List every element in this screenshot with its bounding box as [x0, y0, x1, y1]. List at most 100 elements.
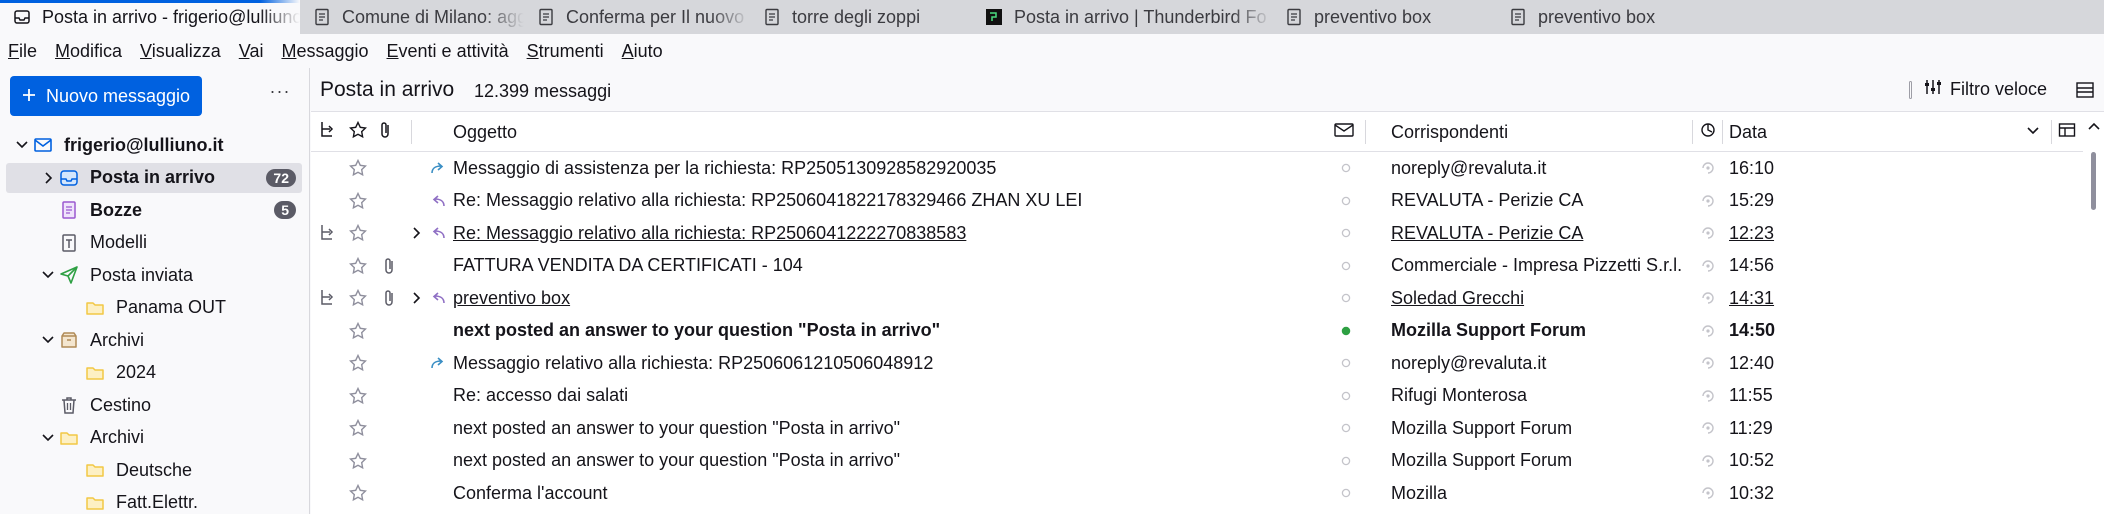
chevron-down-icon[interactable]: [12, 135, 32, 155]
message-tab-icon: [312, 7, 332, 27]
menu-item-messaggio[interactable]: Messaggio: [279, 41, 375, 62]
chevron-down-icon[interactable]: [38, 428, 58, 448]
message-row[interactable]: Messaggio relativo alla richiesta: RP250…: [311, 347, 2081, 380]
date-column-header[interactable]: Data: [1729, 112, 2029, 152]
star-icon[interactable]: [349, 347, 367, 380]
junk-status-dot[interactable]: [1341, 185, 1351, 218]
tab-3[interactable]: Conferma per Il nuovo codice d: [524, 0, 750, 34]
correspondents-column-header[interactable]: Corrispondenti: [1391, 112, 1691, 152]
message-list-scrollbar[interactable]: [2083, 112, 2104, 514]
menu-item-aiuto[interactable]: Aiuto: [620, 41, 670, 62]
read-status-column-header[interactable]: [1699, 112, 1723, 152]
star-column-header[interactable]: [348, 112, 371, 152]
attachment-column-header[interactable]: [379, 112, 401, 152]
menu-item-visualizza[interactable]: Visualizza: [138, 41, 228, 62]
menu-item-vai[interactable]: Vai: [237, 41, 271, 62]
read-status-icon[interactable]: [1699, 152, 1717, 185]
message-correspondent: noreply@revaluta.it: [1391, 157, 1547, 178]
star-icon[interactable]: [349, 445, 367, 478]
folder-item[interactable]: Posta in arrivo 72: [6, 162, 302, 193]
message-row[interactable]: Re: accesso dai salati Rifugi Monterosa 11…: [311, 380, 2081, 413]
message-row[interactable]: next posted an answer to your question "…: [311, 315, 2081, 348]
scroll-up-arrow-icon[interactable]: [2087, 116, 2101, 137]
junk-status-dot[interactable]: [1341, 217, 1351, 250]
column-picker-button[interactable]: [2058, 112, 2080, 152]
star-icon[interactable]: [349, 185, 367, 218]
chevron-right-icon[interactable]: [409, 217, 423, 250]
star-icon[interactable]: [349, 315, 367, 348]
message-row[interactable]: Re: Messaggio relativo alla richiesta: R…: [311, 217, 2081, 250]
sort-descending-button[interactable]: [2025, 112, 2043, 152]
folder-item[interactable]: Posta inviata: [6, 260, 302, 290]
message-row[interactable]: FATTURA VENDITA DA CERTIFICATI - 104 Comm…: [311, 250, 2081, 283]
message-row[interactable]: Re: Messaggio relativo alla richiesta: R…: [311, 185, 2081, 218]
star-icon[interactable]: [349, 477, 367, 510]
message-row[interactable]: next posted an answer to your question "…: [311, 445, 2081, 478]
new-message-button[interactable]: Nuovo messaggio: [10, 76, 202, 116]
read-status-icon[interactable]: [1699, 315, 1717, 348]
read-status-icon[interactable]: [1699, 217, 1717, 250]
tab-4[interactable]: torre degli zoppi: [750, 0, 972, 34]
read-status-icon[interactable]: [1699, 185, 1717, 218]
folder-item[interactable]: Archivi: [6, 423, 302, 453]
more-options-button[interactable]: ···: [268, 82, 292, 108]
menu-item-eventi-e-attivit-[interactable]: Eventi e attività: [385, 41, 516, 62]
folder-icon: [84, 297, 106, 319]
read-status-icon[interactable]: [1699, 380, 1717, 413]
junk-status-dot[interactable]: [1341, 315, 1351, 348]
tab-7[interactable]: preventivo box: [1496, 0, 1720, 34]
folder-item[interactable]: Bozze 5: [6, 195, 302, 225]
star-icon[interactable]: [349, 380, 367, 413]
folder-item[interactable]: Fatt.Elettr.: [6, 488, 302, 514]
folder-item[interactable]: Cestino: [6, 390, 302, 420]
scrollbar-thumb[interactable]: [2091, 152, 2096, 210]
tab-6[interactable]: preventivo box: [1272, 0, 1496, 34]
junk-status-dot[interactable]: [1341, 445, 1351, 478]
star-icon[interactable]: [349, 217, 367, 250]
read-status-icon[interactable]: [1699, 477, 1717, 510]
menu-item-strumenti[interactable]: Strumenti: [525, 41, 611, 62]
message-row[interactable]: next posted an answer to your question "…: [311, 412, 2081, 445]
read-status-icon[interactable]: [1699, 347, 1717, 380]
junk-status-dot[interactable]: [1341, 282, 1351, 315]
message-subject: next posted an answer to your question "…: [453, 450, 901, 471]
read-status-icon[interactable]: [1699, 250, 1717, 283]
tab-1[interactable]: Posta in arrivo - frigerio@lulliuno.it: [0, 0, 300, 34]
read-status-icon[interactable]: [1699, 445, 1717, 478]
menu-item-modifica[interactable]: Modifica: [53, 41, 129, 62]
read-status-icon[interactable]: [1699, 412, 1717, 445]
junk-status-dot[interactable]: [1341, 412, 1351, 445]
message-row[interactable]: Conferma l'account Mozilla 10:32: [311, 477, 2081, 510]
list-view-options-button[interactable]: [2075, 80, 2095, 100]
folder-item[interactable]: Panama OUT: [6, 293, 302, 323]
tab-5[interactable]: Posta in arrivo | Thunderbird Fo: [972, 0, 1272, 34]
star-icon[interactable]: [349, 412, 367, 445]
junk-status-dot[interactable]: [1341, 152, 1351, 185]
column-divider: [411, 120, 412, 144]
chevron-down-icon[interactable]: [38, 265, 58, 285]
junk-status-dot[interactable]: [1341, 250, 1351, 283]
junk-status-dot[interactable]: [1341, 477, 1351, 510]
junk-status-dot[interactable]: [1341, 380, 1351, 413]
folder-item[interactable]: 2024: [6, 358, 302, 388]
chevron-right-icon[interactable]: [409, 282, 423, 315]
folder-item[interactable]: Modelli: [6, 228, 302, 258]
chevron-right-icon[interactable]: [38, 168, 58, 188]
thread-column-header[interactable]: [319, 112, 341, 152]
junk-status-dot[interactable]: [1341, 347, 1351, 380]
tab-2[interactable]: Comune di Milano: aggiornato i: [300, 0, 524, 34]
folder-item[interactable]: Deutsche: [6, 455, 302, 485]
chevron-down-icon[interactable]: [38, 330, 58, 350]
junk-status-column-header[interactable]: [1332, 112, 1356, 152]
message-row[interactable]: preventivo box Soledad Grecchi 14:31: [311, 282, 2081, 315]
menu-item-file[interactable]: File: [6, 41, 44, 62]
message-row[interactable]: Messaggio di assistenza per la richiesta…: [311, 152, 2081, 185]
star-icon[interactable]: [349, 152, 367, 185]
quick-filter-button[interactable]: Filtro veloce: [1909, 78, 2047, 101]
read-status-icon[interactable]: [1699, 282, 1717, 315]
star-icon[interactable]: [349, 282, 367, 315]
folder-item[interactable]: frigerio@lulliuno.it: [6, 130, 302, 160]
folder-title: Posta in arrivo: [320, 78, 455, 101]
star-icon[interactable]: [349, 250, 367, 283]
folder-item[interactable]: Archivi: [6, 325, 302, 355]
